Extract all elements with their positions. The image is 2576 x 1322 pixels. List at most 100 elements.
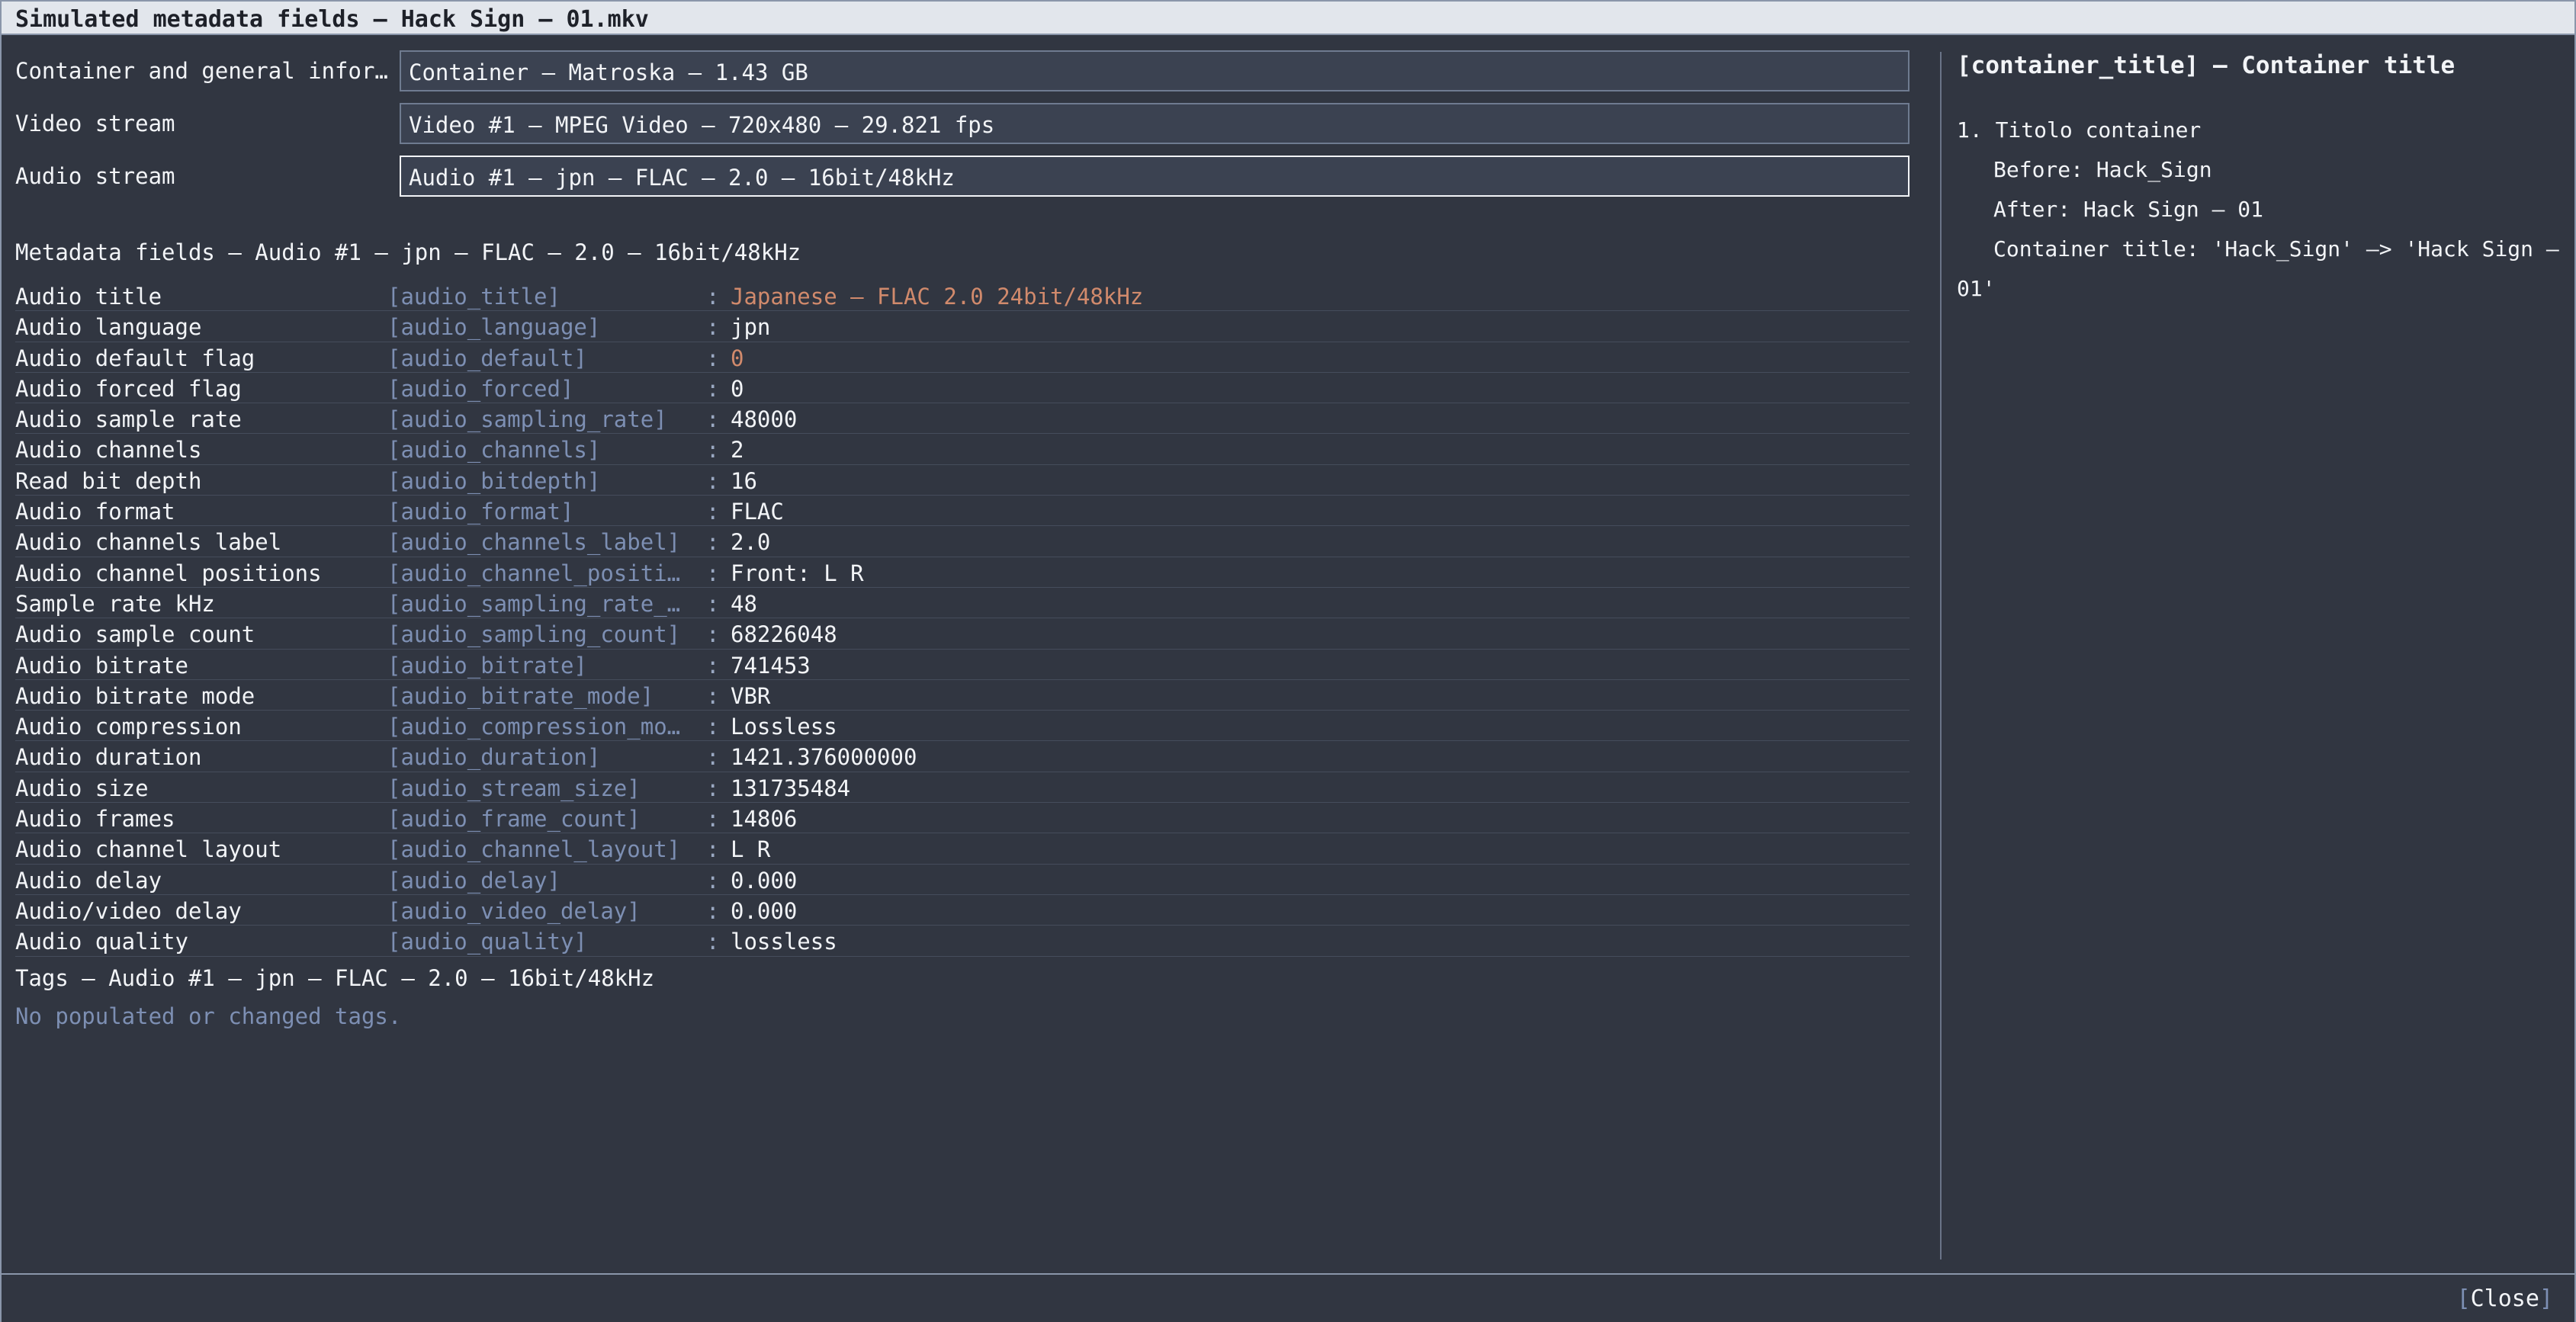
metadata-value: Japanese – FLAC 2.0 24bit/48kHz [731,284,1144,310]
metadata-separator: : [706,929,720,955]
metadata-key: [audio_sampling_rate] [387,406,667,433]
metadata-row: Audio bitrate [audio_bitrate]:741453 [15,650,1910,680]
metadata-table: Audio title [audio_title]: Japanese – FLAC… [15,281,1910,957]
metadata-row: Audio compression [audio_compression_mod…… [15,711,1910,742]
metadata-label: Audio channel layout [15,836,282,863]
metadata-key: [audio_stream_size] [387,775,641,801]
metadata-value: 131735484 [731,775,851,801]
metadata-key: [audio_format] [387,499,574,525]
metadata-row: Audio frames [audio_frame_count]:14806 [15,803,1910,834]
metadata-row: Sample rate kHz [audio_sampling_rate_k…:4… [15,588,1910,619]
metadata-key: [audio_quality] [387,929,587,955]
metadata-separator: : [706,652,720,679]
metadata-row: Audio/video delay [audio_video_delay]:0.0… [15,895,1910,926]
metadata-key: [audio_title] [387,284,560,310]
metadata-separator: : [706,437,720,464]
metadata-value: Front: L R [731,560,864,586]
metadata-value: L R [731,836,771,863]
metadata-key: [audio_bitrate_mode] [387,682,654,709]
container-selector-label: Container and general infor… [15,58,388,84]
tags-heading: Tags – Audio #1 – jpn – FLAC – 2.0 – 16b… [15,965,655,991]
metadata-label: Audio default flag [15,345,255,371]
metadata-value: 16 [731,467,757,494]
metadata-value: 14806 [731,806,798,833]
metadata-value: jpn [731,314,771,341]
metadata-value: Lossless [731,714,837,740]
metadata-value: VBR [731,682,771,709]
metadata-key: [audio_bitrate] [387,652,587,679]
metadata-separator: : [706,775,720,801]
metadata-heading: Metadata fields – Audio #1 – jpn – FLAC … [15,239,801,265]
metadata-row: Read bit depth [audio_bitdepth]:16 [15,465,1910,496]
metadata-row: Audio sample count [audio_sampling_count]… [15,618,1910,650]
metadata-label: Audio format [15,499,175,525]
metadata-separator: : [706,314,720,341]
metadata-separator: : [706,406,720,433]
metadata-separator: : [706,714,720,740]
metadata-key: [audio_channels] [387,437,601,464]
metadata-key: [audio_language] [387,314,601,341]
audio-stream-selector[interactable]: Audio #1 – jpn – FLAC – 2.0 – 16bit/48kH… [400,156,1910,197]
left-panel: Container and general infor… Container –… [2,35,1923,1270]
metadata-key: [audio_sampling_count] [387,621,681,648]
metadata-separator: : [706,375,720,402]
metadata-row: Audio language [audio_language]: jpn [15,311,1910,342]
metadata-value: lossless [731,929,837,955]
metadata-label: Audio forced flag [15,375,242,402]
metadata-value: 48 [731,590,757,617]
metadata-label: Audio duration [15,744,202,771]
metadata-value: 0.000 [731,897,798,924]
metadata-value: 2 [731,437,744,464]
metadata-value: 741453 [731,652,811,679]
audio-stream-value: Audio #1 – jpn – FLAC – 2.0 – 16bit/48kH… [409,165,955,191]
metadata-value: 1421.376000000 [731,744,917,771]
metadata-row: Audio title [audio_title]: Japanese – FLAC… [15,281,1910,312]
metadata-label: Audio delay [15,867,162,894]
metadata-row: Audio format [audio_format]: FLAC [15,496,1910,527]
metadata-label: Audio compression [15,714,242,740]
metadata-label: Read bit depth [15,467,202,494]
metadata-key: [audio_sampling_rate_k… [387,590,685,617]
metadata-label: Audio bitrate mode [15,682,255,709]
metadata-value: 48000 [731,406,798,433]
metadata-separator: : [706,560,720,586]
metadata-dialog: Simulated metadata fields – Hack Sign – … [0,0,2576,1322]
metadata-label: Audio channel positions [15,560,322,586]
container-selector[interactable]: Container – Matroska – 1.43 GB [400,50,1910,91]
metadata-key: [audio_default] [387,345,587,371]
metadata-value: 2.0 [731,529,771,556]
audio-stream-label: Audio stream [15,163,175,189]
metadata-label: Audio sample count [15,621,255,648]
metadata-label: Audio title [15,284,162,310]
tags-empty-text: No populated or changed tags. [15,1003,402,1029]
metadata-separator: : [706,897,720,924]
metadata-value: FLAC [731,499,784,525]
metadata-key: [audio_delay] [387,867,560,894]
video-stream-selector[interactable]: Video #1 – MPEG Video – 720x480 – 29.821… [400,103,1910,144]
detail-item-title: 1. Titolo container [1957,117,2202,143]
metadata-label: Audio sample rate [15,406,242,433]
metadata-key: [audio_compression_mod… [387,714,685,740]
metadata-separator: : [706,529,720,556]
metadata-row: Audio forced flag [audio_forced]:0 [15,373,1910,404]
metadata-key: [audio_forced] [387,375,574,402]
metadata-label: Audio/video delay [15,897,242,924]
video-stream-label: Video stream [15,111,175,136]
metadata-value: 0 [731,375,744,402]
metadata-value: 0.000 [731,867,798,894]
container-selector-value: Container – Matroska – 1.43 GB [409,59,808,85]
metadata-value: 0 [731,345,744,371]
metadata-key: [audio_channel_layout] [387,836,681,863]
panel-divider [1940,52,1942,1259]
metadata-row: Audio bitrate mode [audio_bitrate_mode]: V… [15,680,1910,711]
metadata-key: [audio_bitdepth] [387,467,601,494]
metadata-separator: : [706,806,720,833]
metadata-label: Audio quality [15,929,188,955]
metadata-key: [audio_duration] [387,744,601,771]
video-stream-value: Video #1 – MPEG Video – 720x480 – 29.821… [409,112,995,138]
metadata-label: Audio channels label [15,529,282,556]
bottom-bar: [Close] [2,1273,2574,1322]
metadata-separator: : [706,467,720,494]
close-button[interactable]: [Close] [2457,1285,2553,1312]
metadata-separator: : [706,621,720,648]
